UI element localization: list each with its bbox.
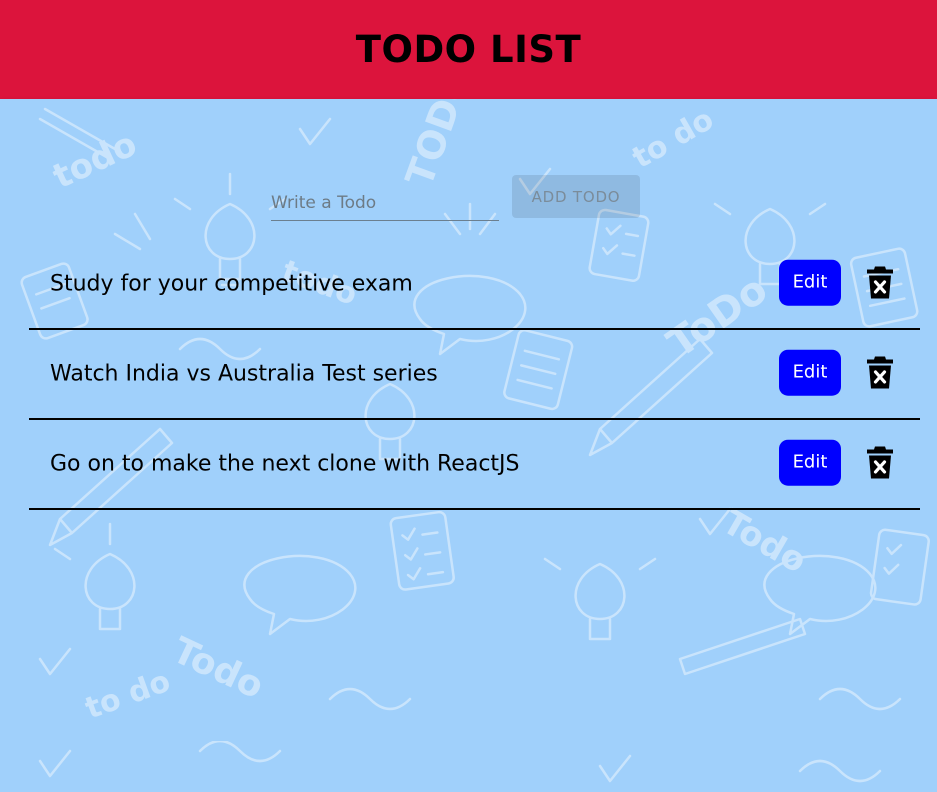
todo-item: Go on to make the next clone with ReactJ… [29,421,920,510]
svg-text:to do: to do [627,102,720,176]
add-todo-button[interactable]: ADD TODO [512,175,640,218]
svg-text:Todo: Todo [166,630,269,707]
edit-button[interactable]: Edit [779,259,841,306]
edit-button[interactable]: Edit [779,439,841,486]
trash-x-icon[interactable] [867,445,893,478]
todo-text: Go on to make the next clone with ReactJ… [50,450,520,476]
doodle-background-lower [0,741,937,792]
svg-text:todo: todo [47,124,143,197]
svg-text:Todo: Todo [716,502,814,582]
trash-x-icon[interactable] [867,355,893,388]
todo-input[interactable] [271,186,499,221]
todo-text: Study for your competitive exam [50,270,413,296]
todo-text: Watch India vs Australia Test series [50,360,438,386]
app-header: TODO LIST [0,0,937,99]
todo-item: Watch India vs Australia Test series Edi… [29,331,920,420]
svg-text:to do: to do [81,664,175,727]
todo-item: Study for your competitive exam Edit [29,241,920,330]
trash-x-icon[interactable] [867,265,893,298]
edit-button[interactable]: Edit [779,349,841,396]
svg-text:TODO: TODO [397,99,480,192]
page-title: TODO LIST [355,28,582,71]
